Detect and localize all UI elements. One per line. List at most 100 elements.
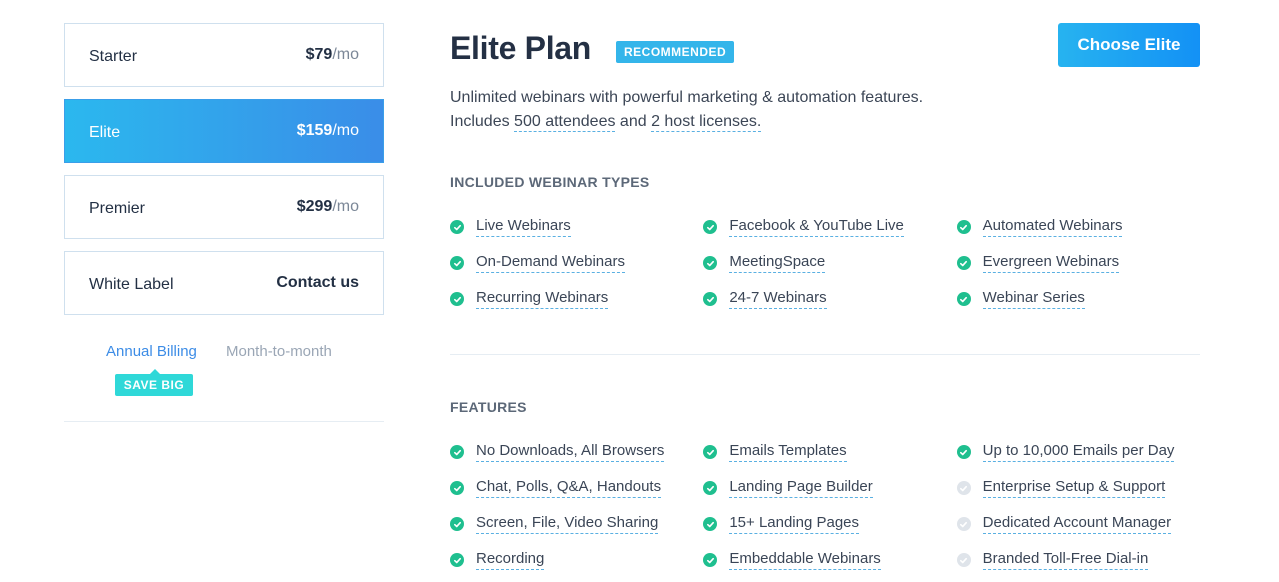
recommended-badge: RECOMMENDED: [616, 41, 735, 63]
description-line: Unlimited webinars with powerful marketi…: [450, 89, 924, 106]
feature-item: 24-7 Webinars: [703, 281, 956, 317]
feature-item: Embeddable Webinars: [703, 542, 956, 578]
feature-item: Chat, Polls, Q&A, Handouts: [450, 470, 703, 506]
feature-label[interactable]: Automated Webinars: [982, 217, 1123, 237]
check-icon: [450, 292, 464, 306]
feature-item: MeetingSpace: [703, 245, 956, 281]
check-icon: [450, 517, 464, 531]
attendees-tooltip-link[interactable]: 500 attendees: [514, 113, 616, 132]
check-icon: [956, 292, 971, 306]
feature-label[interactable]: Embeddable Webinars: [729, 550, 881, 570]
plan-name: Premier: [89, 200, 146, 217]
check-icon: [703, 517, 718, 531]
description-line: Includes 500 attendees and 2 host licens…: [450, 110, 923, 134]
grid-row: Screen, File, Video Sharing 15+ Landing P…: [450, 506, 1210, 542]
check-icon: [703, 445, 718, 459]
feature-item: Landing Page Builder: [703, 470, 956, 506]
feature-item: Facebook & YouTube Live: [703, 209, 956, 245]
feature-item: Recurring Webinars: [450, 281, 703, 317]
check-icon: [703, 553, 718, 567]
feature-label[interactable]: Branded Toll-Free Dial-in: [982, 550, 1149, 570]
check-icon: [450, 256, 464, 270]
divider: [450, 354, 1200, 355]
host-licenses-tooltip-link[interactable]: 2 host licenses.: [651, 113, 762, 132]
price-amount: Contact us: [276, 274, 359, 291]
grid-row: Recording Embeddable Webinars Branded Toll…: [450, 542, 1210, 578]
divider: [64, 421, 384, 422]
feature-label[interactable]: Screen, File, Video Sharing: [476, 514, 659, 534]
feature-label[interactable]: Chat, Polls, Q&A, Handouts: [476, 478, 662, 498]
check-icon: [450, 553, 464, 567]
feature-item: Recording: [450, 542, 703, 578]
check-icon: [450, 220, 464, 234]
description-prefix: Includes: [450, 113, 515, 130]
check-icon: [703, 220, 718, 234]
feature-item: Live Webinars: [450, 209, 703, 245]
price-amount: $299: [296, 198, 333, 215]
check-icon: [956, 220, 971, 234]
check-icon: [956, 256, 971, 270]
plan-white-label[interactable]: White Label Contact us: [64, 251, 384, 315]
feature-label[interactable]: Recording: [476, 550, 545, 570]
webinar-types-heading: INCLUDED WEBINAR TYPES: [450, 174, 650, 190]
check-icon: [703, 256, 718, 270]
check-icon: [450, 445, 464, 459]
page-title: Elite Plan: [450, 30, 592, 66]
feature-label[interactable]: 15+ Landing Pages: [729, 514, 860, 534]
feature-label[interactable]: Recurring Webinars: [476, 289, 609, 309]
price-unit: /mo: [332, 122, 359, 139]
feature-label[interactable]: Evergreen Webinars: [982, 253, 1120, 273]
annual-billing-option[interactable]: Annual Billing: [106, 343, 197, 360]
grid-row: On-Demand Webinars MeetingSpace Evergreen …: [450, 245, 1210, 281]
feature-item: Automated Webinars: [956, 209, 1210, 245]
feature-label[interactable]: Up to 10,000 Emails per Day: [982, 442, 1175, 462]
check-icon: [703, 292, 718, 306]
feature-item: Evergreen Webinars: [956, 245, 1210, 281]
webinar-types-grid: Live Webinars Facebook & YouTube Live Auto…: [450, 209, 1210, 317]
feature-label[interactable]: Enterprise Setup & Support: [982, 478, 1166, 498]
plan-premier[interactable]: Premier $299/mo: [64, 175, 384, 239]
save-big-badge: SAVE BIG: [115, 369, 193, 396]
feature-label[interactable]: Live Webinars: [476, 217, 571, 237]
feature-item: Dedicated Account Manager: [956, 506, 1210, 542]
plan-price: Contact us: [276, 274, 359, 292]
feature-label[interactable]: On-Demand Webinars: [476, 253, 625, 273]
monthly-billing-option[interactable]: Month-to-month: [226, 343, 332, 360]
grid-row: No Downloads, All Browsers Emails Templat…: [450, 434, 1210, 470]
feature-item: Webinar Series: [956, 281, 1210, 317]
features-heading: FEATURES: [450, 399, 527, 415]
feature-label[interactable]: No Downloads, All Browsers: [476, 442, 665, 462]
plan-name: Starter: [89, 48, 138, 65]
check-icon: [703, 481, 718, 495]
feature-item: Enterprise Setup & Support: [956, 470, 1210, 506]
grid-row: Live Webinars Facebook & YouTube Live Auto…: [450, 209, 1210, 245]
feature-item: Branded Toll-Free Dial-in: [956, 542, 1210, 578]
grid-row: Recurring Webinars 24-7 Webinars Webinar S…: [450, 281, 1210, 317]
grid-row: Chat, Polls, Q&A, Handouts Landing Page B…: [450, 470, 1210, 506]
feature-item: No Downloads, All Browsers: [450, 434, 703, 470]
feature-item: Emails Templates: [703, 434, 956, 470]
feature-label[interactable]: Dedicated Account Manager: [982, 514, 1172, 534]
feature-label[interactable]: Facebook & YouTube Live: [729, 217, 904, 237]
description-conjunction: and: [615, 113, 652, 130]
feature-label[interactable]: Webinar Series: [982, 289, 1085, 309]
plan-price: $79/mo: [306, 46, 359, 64]
feature-label[interactable]: MeetingSpace: [729, 253, 826, 273]
plan-name: Elite: [89, 124, 121, 141]
choose-plan-button[interactable]: Choose Elite: [1058, 23, 1200, 67]
check-icon: [450, 481, 464, 495]
feature-item: Screen, File, Video Sharing: [450, 506, 703, 542]
check-disabled-icon: [956, 553, 971, 567]
feature-item: 15+ Landing Pages: [703, 506, 956, 542]
plan-elite[interactable]: Elite $159/mo: [64, 99, 384, 163]
plan-starter[interactable]: Starter $79/mo: [64, 23, 384, 87]
feature-label[interactable]: Emails Templates: [729, 442, 847, 462]
billing-toggle: Annual Billing Month-to-month SAVE BIG: [64, 343, 384, 423]
plan-name: White Label: [89, 276, 174, 293]
feature-label[interactable]: 24-7 Webinars: [729, 289, 827, 309]
check-disabled-icon: [956, 517, 971, 531]
feature-label[interactable]: Landing Page Builder: [729, 478, 873, 498]
price-unit: /mo: [332, 46, 359, 63]
price-amount: $159: [296, 122, 333, 139]
feature-item: Up to 10,000 Emails per Day: [956, 434, 1210, 470]
